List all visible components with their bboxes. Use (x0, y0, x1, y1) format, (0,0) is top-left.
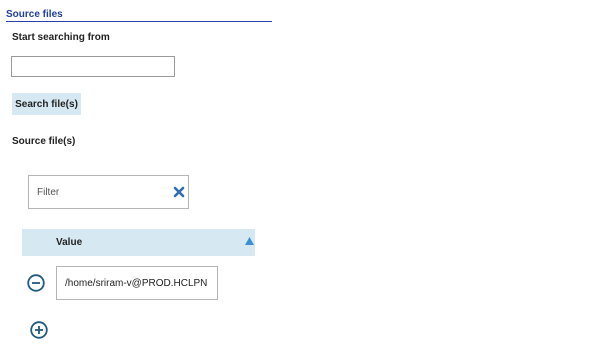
source-files-label: Source file(s) (12, 136, 76, 147)
sort-ascending-icon[interactable] (245, 237, 254, 245)
source-file-value-input[interactable] (56, 266, 218, 300)
filter-box (28, 175, 189, 209)
start-searching-label: Start searching from (12, 32, 110, 43)
add-row-icon[interactable] (30, 321, 48, 339)
clear-filter-icon[interactable] (173, 186, 185, 198)
start-searching-input[interactable] (11, 56, 175, 77)
column-header-value[interactable]: Value (56, 237, 82, 248)
remove-row-icon[interactable] (27, 274, 45, 292)
filter-input[interactable] (37, 184, 162, 200)
table-header: Value (22, 229, 255, 256)
section-title: Source files (6, 9, 272, 22)
search-files-button[interactable]: Search file(s) (12, 93, 81, 115)
